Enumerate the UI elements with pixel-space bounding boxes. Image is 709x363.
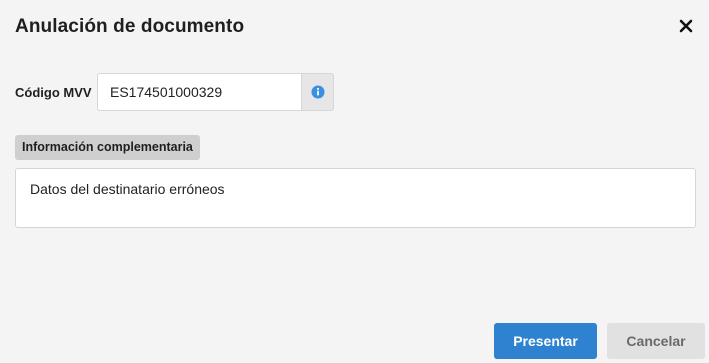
code-input[interactable] xyxy=(97,73,301,111)
dialog-title: Anulación de documento xyxy=(15,16,245,37)
close-icon xyxy=(679,19,693,33)
complementary-info-label: Información complementaria xyxy=(15,135,200,160)
cancel-button[interactable]: Cancelar xyxy=(607,323,705,359)
complementary-info-textarea[interactable]: Datos del destinatario erróneos xyxy=(15,168,696,228)
code-field-row: Código MVV xyxy=(15,73,334,111)
submit-button[interactable]: Presentar xyxy=(494,323,597,359)
close-button[interactable] xyxy=(677,17,695,35)
cancel-document-dialog: Anulación de documento Código MVV Inform… xyxy=(0,0,709,363)
info-icon xyxy=(311,85,324,99)
code-label: Código MVV xyxy=(15,84,92,100)
code-input-group xyxy=(97,73,334,111)
info-button[interactable] xyxy=(301,73,334,111)
